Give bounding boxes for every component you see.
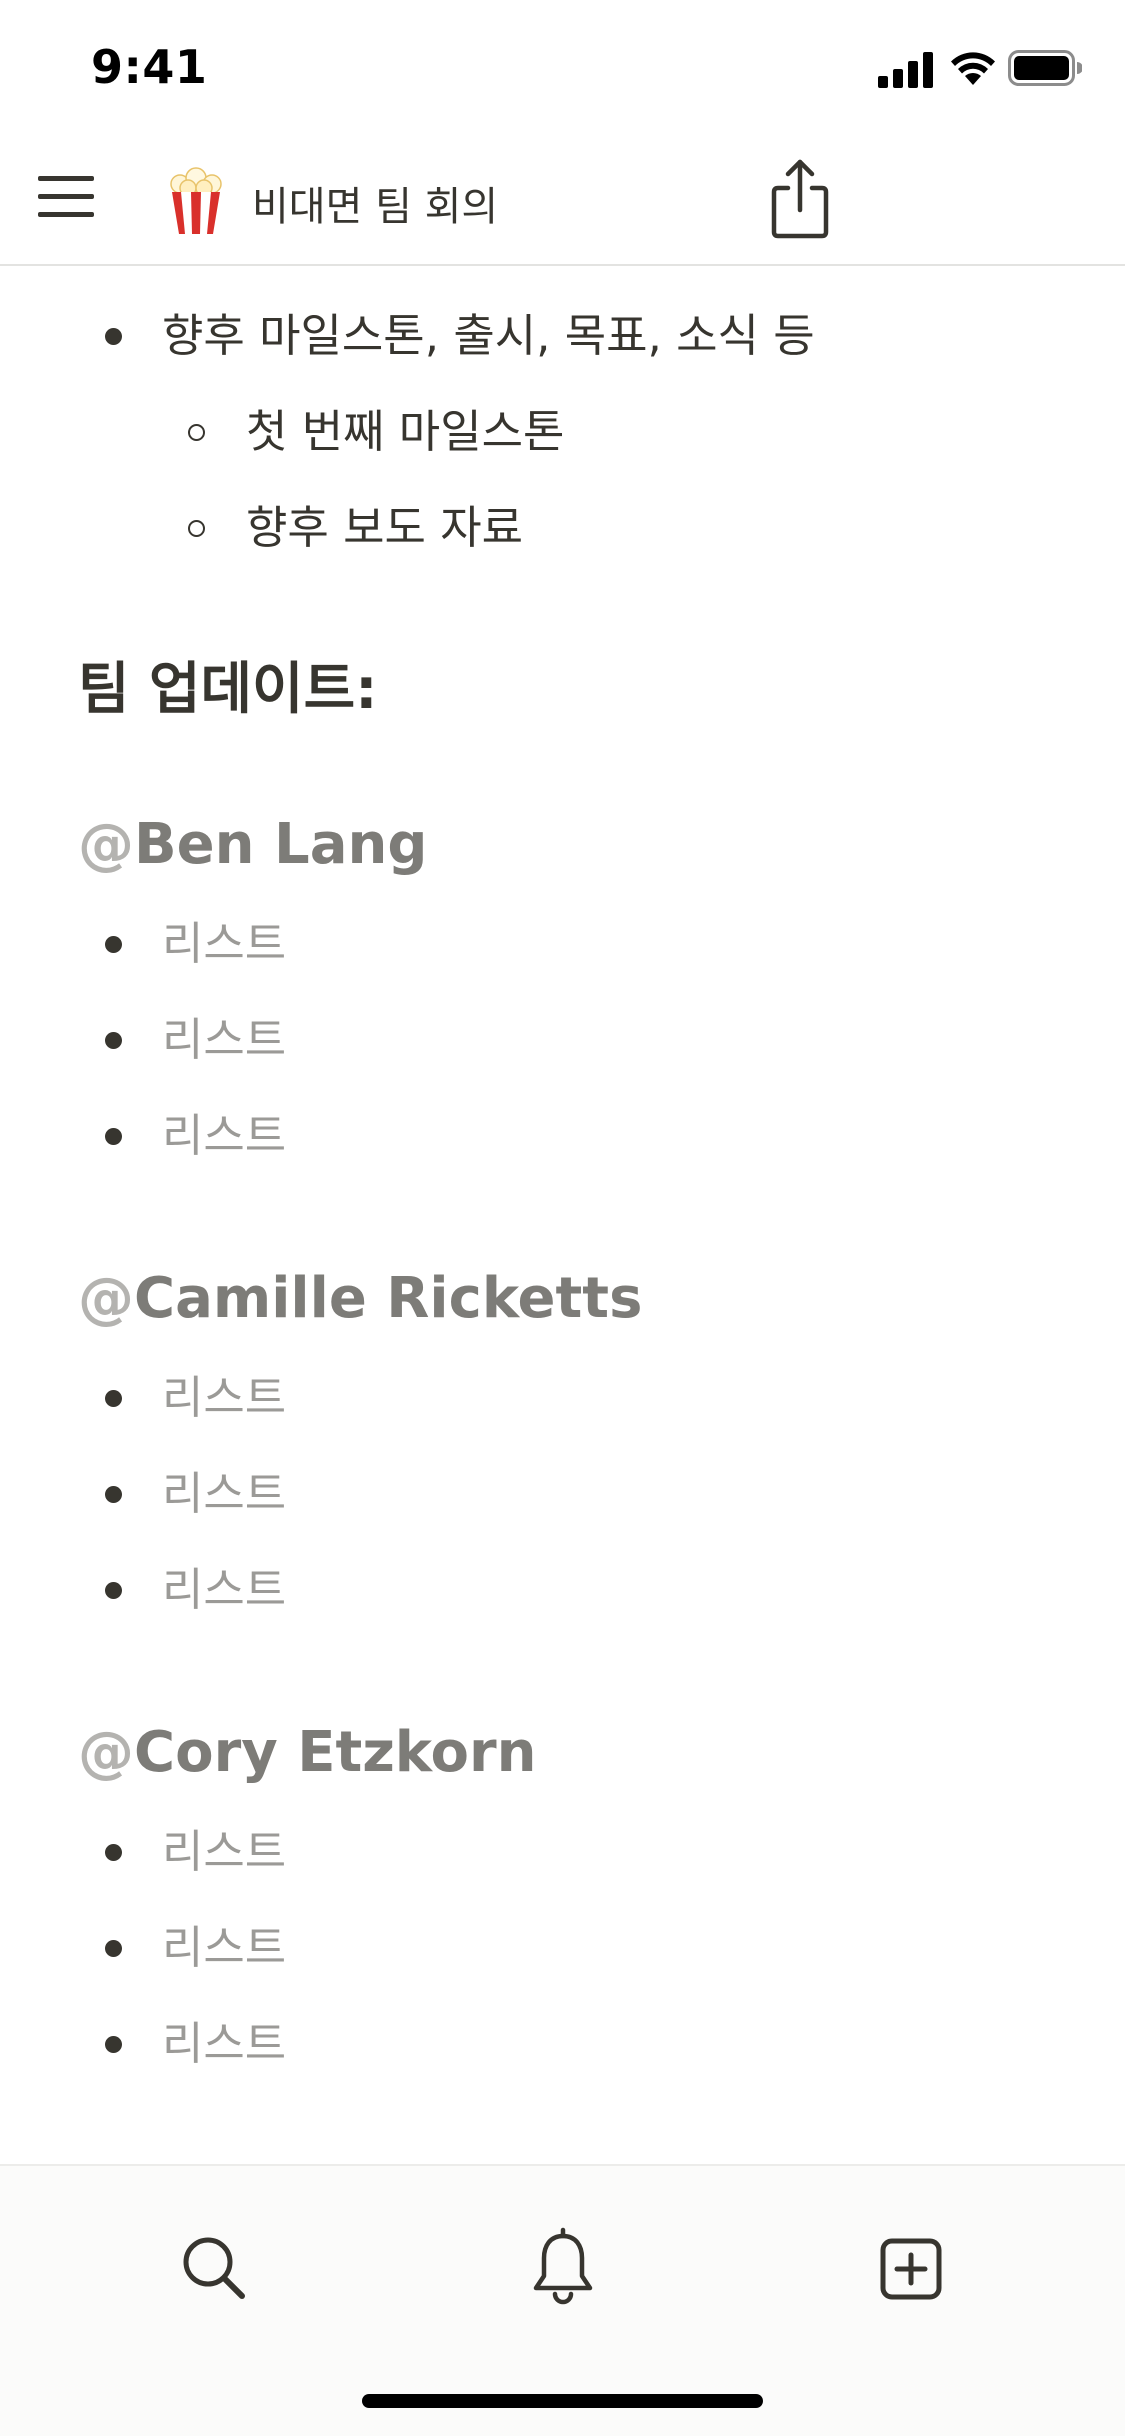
list-item[interactable]: 첫 번째 마일스톤 <box>0 392 1125 472</box>
new-page-button[interactable] <box>866 2224 956 2314</box>
page-content: 향후 마일스톤, 출시, 목표, 소식 등 첫 번째 마일스톤 향후 보도 자료… <box>0 266 1125 2164</box>
mention-ben-lang[interactable]: @Ben Lang <box>78 812 427 877</box>
list-item[interactable]: 리스트 <box>0 1454 1125 1534</box>
hollow-bullet-icon <box>188 520 205 537</box>
mention-name: Ben Lang <box>134 812 428 877</box>
at-sign: @ <box>78 812 134 877</box>
list-item[interactable]: 리스트 <box>0 904 1125 984</box>
list-item[interactable]: 리스트 <box>0 1812 1125 1892</box>
list-item-text: 리스트 <box>162 1563 287 1616</box>
team-updates-heading[interactable]: 팀 업데이트: <box>78 644 378 725</box>
bullet-icon <box>105 1128 122 1145</box>
status-time: 9:41 <box>91 40 208 94</box>
list-item[interactable]: 향후 마일스톤, 출시, 목표, 소식 등 <box>0 296 1125 376</box>
list-item-text: 리스트 <box>162 917 287 970</box>
bullet-icon <box>105 1940 122 1957</box>
mention-name: Camille Ricketts <box>134 1266 643 1331</box>
status-bar: 9:41 <box>0 0 1125 138</box>
bullet-icon <box>105 1032 122 1049</box>
list-item-text: 리스트 <box>162 1467 287 1520</box>
bullet-icon <box>105 328 122 345</box>
list-item[interactable]: 향후 보도 자료 <box>0 488 1125 568</box>
bullet-icon <box>105 2036 122 2053</box>
at-sign: @ <box>78 1266 134 1331</box>
list-item[interactable]: 리스트 <box>0 1550 1125 1630</box>
hamburger-menu-icon <box>38 176 94 217</box>
share-button[interactable] <box>760 154 840 242</box>
hollow-bullet-icon <box>188 424 205 441</box>
list-item-text: 리스트 <box>162 1013 287 1066</box>
share-icon <box>771 159 829 239</box>
list-item-text: 리스트 <box>162 1921 287 1974</box>
list-item-text: 첫 번째 마일스톤 <box>246 405 565 458</box>
mention-camille-ricketts[interactable]: @Camille Ricketts <box>78 1266 642 1331</box>
battery-icon <box>1008 50 1082 86</box>
list-item[interactable]: 리스트 <box>0 2004 1125 2084</box>
notifications-button[interactable] <box>518 2224 608 2314</box>
mention-name: Cory Etzkorn <box>134 1720 537 1785</box>
status-icons <box>878 48 1082 90</box>
list-item[interactable]: 리스트 <box>0 1096 1125 1176</box>
list-item[interactable]: 리스트 <box>0 1358 1125 1438</box>
bullet-icon <box>105 1582 122 1599</box>
list-item-text: 리스트 <box>162 1825 287 1878</box>
home-indicator[interactable] <box>362 2394 763 2408</box>
list-item-text: 리스트 <box>162 1109 287 1162</box>
page-title[interactable]: 비대면 팀 회의 <box>252 174 498 232</box>
bullet-icon <box>105 936 122 953</box>
search-icon <box>183 2237 245 2299</box>
list-item[interactable]: 리스트 <box>0 1000 1125 1080</box>
bullet-icon <box>105 1486 122 1503</box>
bullet-icon <box>105 1844 122 1861</box>
bell-icon <box>533 2227 593 2305</box>
list-item-text: 리스트 <box>162 1371 287 1424</box>
wifi-icon <box>951 52 995 85</box>
new-page-icon <box>880 2238 942 2300</box>
bullet-icon <box>105 1390 122 1407</box>
list-item-text: 향후 마일스톤, 출시, 목표, 소식 등 <box>162 309 815 362</box>
mention-cory-etzkorn[interactable]: @Cory Etzkorn <box>78 1720 537 1785</box>
search-button[interactable] <box>170 2224 260 2314</box>
signal-icon <box>878 52 933 88</box>
nav-bar: 비대면 팀 회의 <box>0 138 1125 266</box>
at-sign: @ <box>78 1720 134 1785</box>
app-screen: 9:41 비대면 팀 회의 향후 마일스톤, 출시, 목표, 소식 등 첫 번째… <box>0 0 1125 2436</box>
list-item[interactable]: 리스트 <box>0 1908 1125 1988</box>
list-item-text: 리스트 <box>162 2017 287 2070</box>
list-item-text: 향후 보도 자료 <box>246 501 524 554</box>
popcorn-icon[interactable] <box>166 166 226 236</box>
menu-button[interactable] <box>30 160 102 232</box>
